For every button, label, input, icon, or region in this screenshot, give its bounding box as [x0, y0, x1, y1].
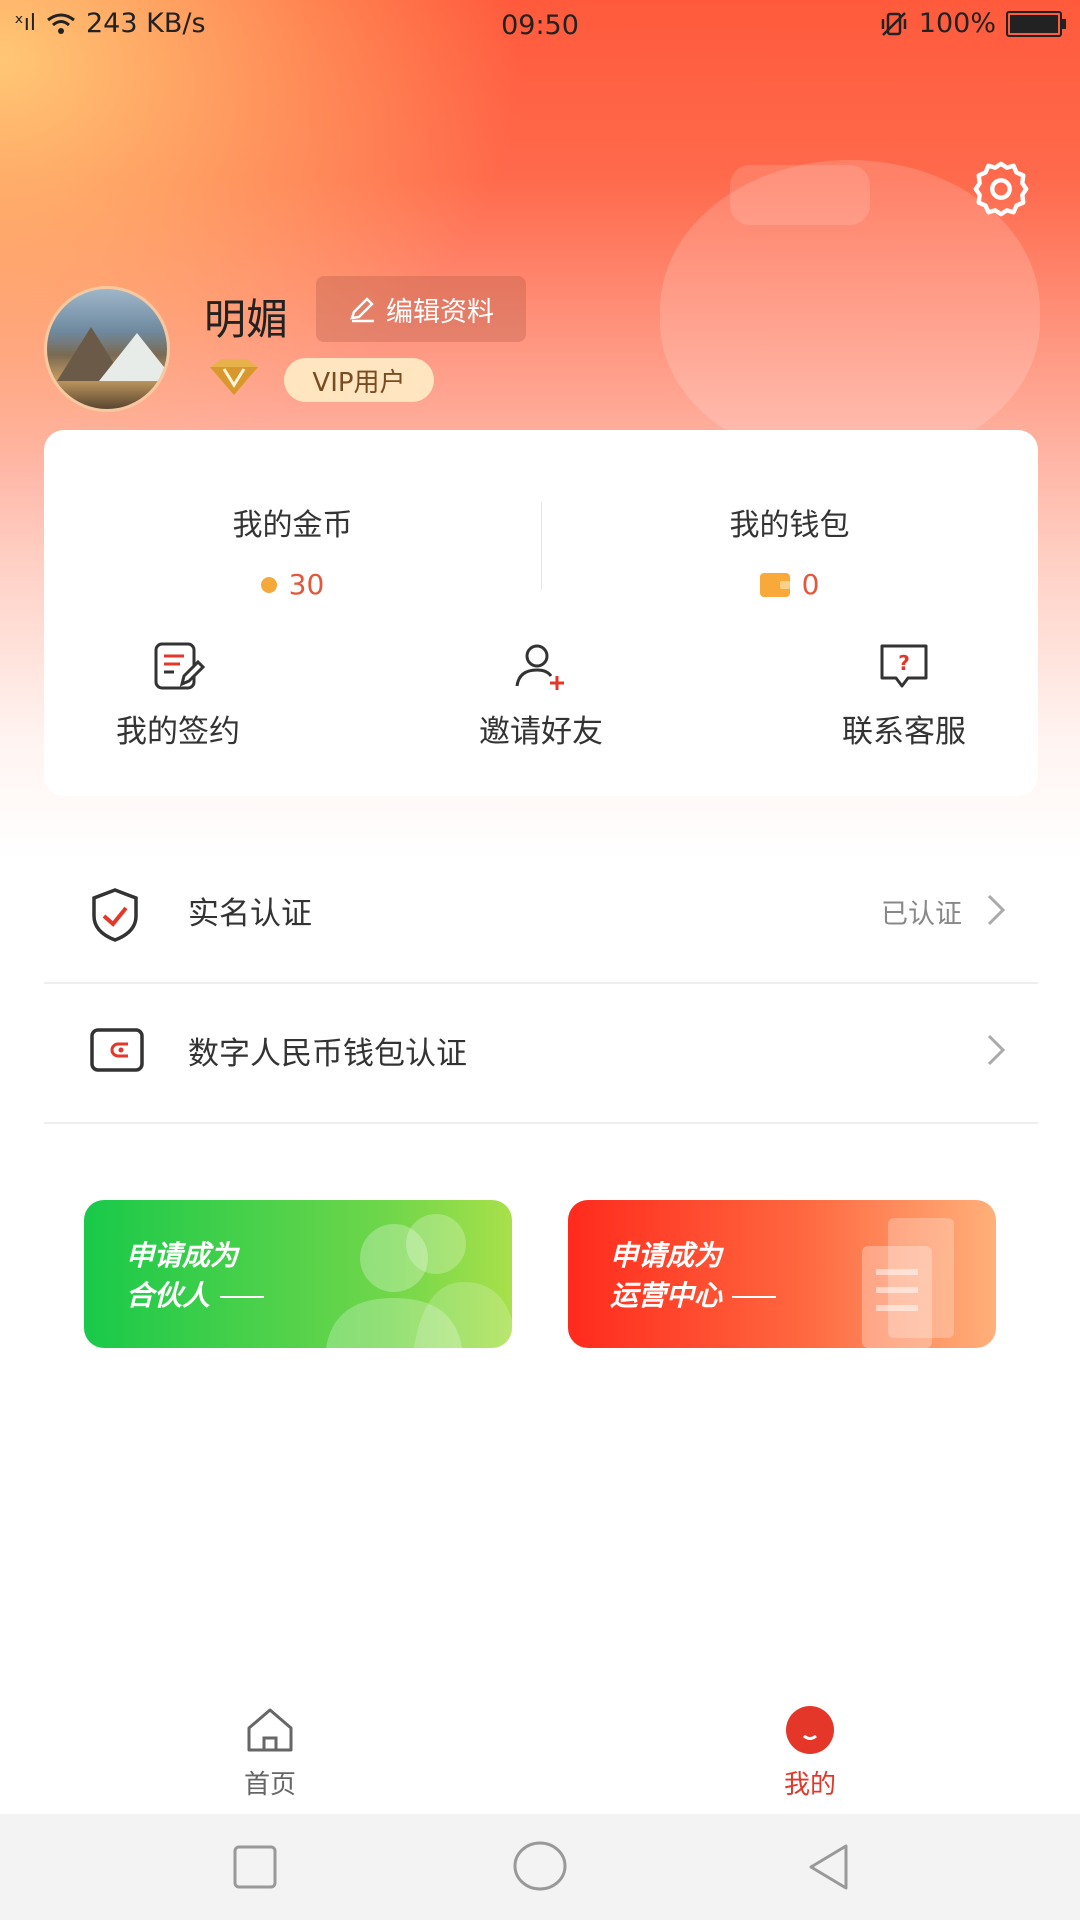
- building-document-icon: [862, 1218, 954, 1348]
- home-icon: [247, 1708, 293, 1752]
- menu-row-real-name-label: 实名认证: [188, 896, 312, 932]
- tab-mine[interactable]: 我的: [710, 1706, 910, 1801]
- vip-diamond-icon: [210, 359, 258, 395]
- wallet-outline-icon: [90, 1028, 144, 1072]
- coin-icon: [260, 576, 277, 593]
- menu-row-digital-wallet[interactable]: 数字人民币钱包认证: [44, 982, 1038, 1124]
- quick-action-contract[interactable]: 我的签约: [78, 640, 278, 751]
- customer-service-icon: ?: [880, 644, 928, 688]
- home-button[interactable]: [512, 1840, 568, 1892]
- chevron-right-icon: [987, 1034, 1006, 1066]
- quick-action-service-label: 联系客服: [842, 714, 966, 750]
- menu-row-real-name[interactable]: 实名认证 已认证: [44, 842, 1038, 984]
- my-coins-value: 30: [288, 568, 325, 601]
- avatar-mountain-snow: [99, 333, 167, 381]
- tab-home-label: 首页: [243, 1770, 296, 1800]
- my-coins-title: 我的金币: [232, 508, 353, 543]
- banner-become-partner[interactable]: 申请成为 合伙人: [84, 1200, 512, 1348]
- svg-text:?: ?: [898, 651, 910, 675]
- status-bar: ˣıl 243 KB/s 09:50 100%: [0, 0, 1080, 50]
- edit-profile-label: 编辑资料: [386, 296, 494, 328]
- chevron-right-icon: [987, 894, 1006, 926]
- tab-mine-label: 我的: [783, 1770, 836, 1800]
- tab-home[interactable]: 首页: [170, 1706, 370, 1801]
- recent-apps-button[interactable]: [232, 1844, 278, 1890]
- battery-percent: 100%: [918, 8, 996, 39]
- account-card: 我的金币 30 我的钱包 0 我的签约 邀请好友 ? 联系客服: [44, 430, 1038, 796]
- banner-become-operations-center[interactable]: 申请成为 运营中心: [568, 1200, 996, 1348]
- people-icon: [326, 1214, 512, 1348]
- contract-icon: [154, 642, 206, 690]
- banner-ops-line1: 申请成为: [610, 1239, 723, 1272]
- my-wallet-title: 我的钱包: [729, 508, 850, 543]
- quick-action-contract-label: 我的签约: [116, 714, 240, 750]
- back-button[interactable]: [806, 1842, 852, 1892]
- wallet-icon: [759, 572, 790, 597]
- banner-ops-line2: 运营中心: [610, 1279, 723, 1312]
- quick-action-invite-label: 邀请好友: [479, 714, 603, 750]
- quick-action-invite[interactable]: 邀请好友: [441, 640, 641, 751]
- vip-badge: VIP用户: [284, 358, 434, 402]
- banner-partner-line1: 申请成为: [126, 1239, 239, 1272]
- edit-profile-button[interactable]: 编辑资料: [316, 276, 526, 342]
- user-name: 明媚: [204, 295, 289, 344]
- clock: 09:50: [501, 10, 579, 41]
- pencil-icon: [350, 297, 374, 323]
- banner-partner-dash: [220, 1296, 265, 1298]
- quick-action-service[interactable]: ? 联系客服: [804, 640, 1004, 751]
- avatar[interactable]: [44, 286, 170, 412]
- system-navigation-bar: [0, 1814, 1080, 1920]
- profile-icon: [786, 1706, 834, 1754]
- menu-row-digital-wallet-label: 数字人民币钱包认证: [188, 1036, 467, 1072]
- banner-partner-line2: 合伙人: [126, 1279, 211, 1312]
- my-wallet[interactable]: 我的钱包 0: [541, 500, 1038, 601]
- banner-ops-dash: [732, 1296, 777, 1298]
- shield-check-icon: [92, 888, 138, 942]
- invite-friend-icon: [515, 644, 564, 690]
- my-wallet-value: 0: [801, 568, 820, 601]
- settings-gear-icon[interactable]: [970, 158, 1032, 220]
- vibrate-icon: [881, 11, 907, 36]
- bottom-tab-bar: 首页 我的: [0, 1684, 1080, 1814]
- verification-status: 已认证: [881, 899, 962, 930]
- my-coins[interactable]: 我的金币 30: [44, 500, 541, 601]
- battery-icon: [1006, 10, 1066, 37]
